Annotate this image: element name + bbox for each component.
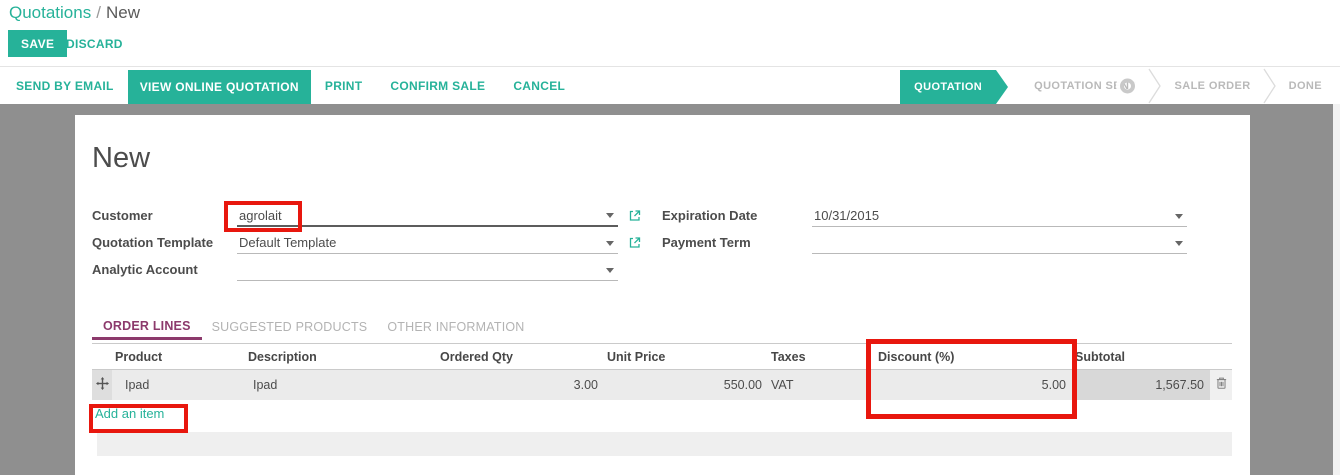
drag-handle[interactable] [92,370,112,400]
terms-notes-area[interactable] [97,432,1232,456]
breadcrumb: Quotations/New [9,3,140,23]
notebook-tabs: ORDER LINES SUGGESTED PRODUCTS OTHER INF… [92,319,1233,340]
delete-column-header [1210,344,1232,370]
cancel-button[interactable]: CANCEL [499,67,579,104]
view-online-quotation-button[interactable]: VIEW ONLINE QUOTATION [128,70,311,104]
customer-value: agrolait [239,208,282,223]
column-header-taxes[interactable]: Taxes [768,344,875,370]
cell-product[interactable]: Ipad [112,370,245,400]
column-header-discount[interactable]: Discount (%) [875,344,1072,370]
delete-row-button[interactable] [1210,370,1232,400]
discard-button[interactable]: DISCARD [66,30,123,57]
quotation-template-value: Default Template [239,235,336,250]
print-button[interactable]: PRINT [311,67,377,104]
trash-icon [1215,376,1228,390]
caret-down-icon[interactable] [1175,214,1183,219]
payment-term-field[interactable] [812,232,1187,254]
cell-taxes[interactable]: VAT [768,370,875,400]
column-header-unit-price[interactable]: Unit Price [604,344,768,370]
expiration-date-label: Expiration Date [662,205,812,232]
breadcrumb-quotations-link[interactable]: Quotations [9,3,91,22]
order-lines-table: Product Description Ordered Qty Unit Pri… [92,343,1232,400]
quotation-template-field[interactable]: Default Template [237,232,618,254]
chevron-right-icon [1148,67,1162,104]
stage-sale-order[interactable]: SALE ORDER [1162,67,1262,104]
tab-order-lines[interactable]: ORDER LINES [92,319,202,340]
vertical-scrollbar[interactable] [1333,104,1340,475]
cell-discount[interactable]: 5.00 [875,370,1072,400]
payment-term-label: Payment Term [662,232,812,259]
form-fields: Customer agrolait Expiration Date 10/31/… [92,205,1233,286]
record-title: New [92,142,1233,175]
external-link-icon [628,209,641,222]
quotation-template-label: Quotation Template [92,232,237,259]
confirm-sale-button[interactable]: CONFIRM SALE [376,67,499,104]
action-buttons: SEND BY EMAIL VIEW ONLINE QUOTATION PRIN… [0,67,579,104]
page-header: Quotations/New SAVE DISCARD [0,0,1340,66]
breadcrumb-current: New [106,3,140,22]
caret-down-icon[interactable] [606,268,614,273]
control-bar: SEND BY EMAIL VIEW ONLINE QUOTATION PRIN… [0,66,1340,104]
breadcrumb-separator: / [91,3,106,22]
column-header-product[interactable]: Product [112,344,245,370]
customer-external-link[interactable] [618,205,662,232]
stage-done[interactable]: DONE [1277,67,1334,104]
analytic-account-label: Analytic Account [92,259,237,286]
cell-unit-price[interactable]: 550.00 [604,370,768,400]
quotation-template-external-link[interactable] [618,232,662,259]
cell-ordered-qty[interactable]: 3.00 [437,370,604,400]
add-an-item-link[interactable]: Add an item [92,406,164,421]
customer-field[interactable]: agrolait [237,205,618,227]
column-header-subtotal[interactable]: Subtotal [1072,344,1210,370]
quotation-form-page: Quotations/New SAVE DISCARD SEND BY EMAI… [0,0,1340,475]
chevron-right-icon [1263,67,1277,104]
statusbar: QUOTATION QUOTATION SENT SALE ORDER DONE [900,67,1340,104]
caret-down-icon[interactable] [606,213,614,218]
handle-column-header [92,344,112,370]
loading-spinner-icon [1120,78,1135,93]
save-button[interactable]: SAVE [8,30,67,57]
tab-suggested-products[interactable]: SUGGESTED PRODUCTS [202,320,378,340]
column-header-ordered-qty[interactable]: Ordered Qty [437,344,604,370]
move-cross-icon [96,377,109,390]
send-by-email-button[interactable]: SEND BY EMAIL [2,67,128,104]
expiration-date-value: 10/31/2015 [814,208,879,223]
cell-description[interactable]: Ipad [245,370,437,400]
add-line-row: Add an item [92,400,1233,428]
form-sheet: New Customer agrolait Expiration Date 10… [75,115,1250,475]
order-line-row[interactable]: Ipad Ipad 3.00 550.00 VAT 5.00 1,567.50 [92,370,1232,400]
external-link-icon [628,236,641,249]
customer-label: Customer [92,205,237,232]
caret-down-icon[interactable] [1175,241,1183,246]
expiration-date-field[interactable]: 10/31/2015 [812,205,1187,227]
table-header-row: Product Description Ordered Qty Unit Pri… [92,344,1232,370]
column-header-description[interactable]: Description [245,344,437,370]
caret-down-icon[interactable] [606,241,614,246]
cell-subtotal: 1,567.50 [1072,370,1210,400]
tab-other-information[interactable]: OTHER INFORMATION [377,320,534,340]
stage-quotation-sent[interactable]: QUOTATION SENT [1022,67,1148,104]
stage-quotation[interactable]: QUOTATION [900,70,996,104]
analytic-account-field[interactable] [237,259,618,281]
